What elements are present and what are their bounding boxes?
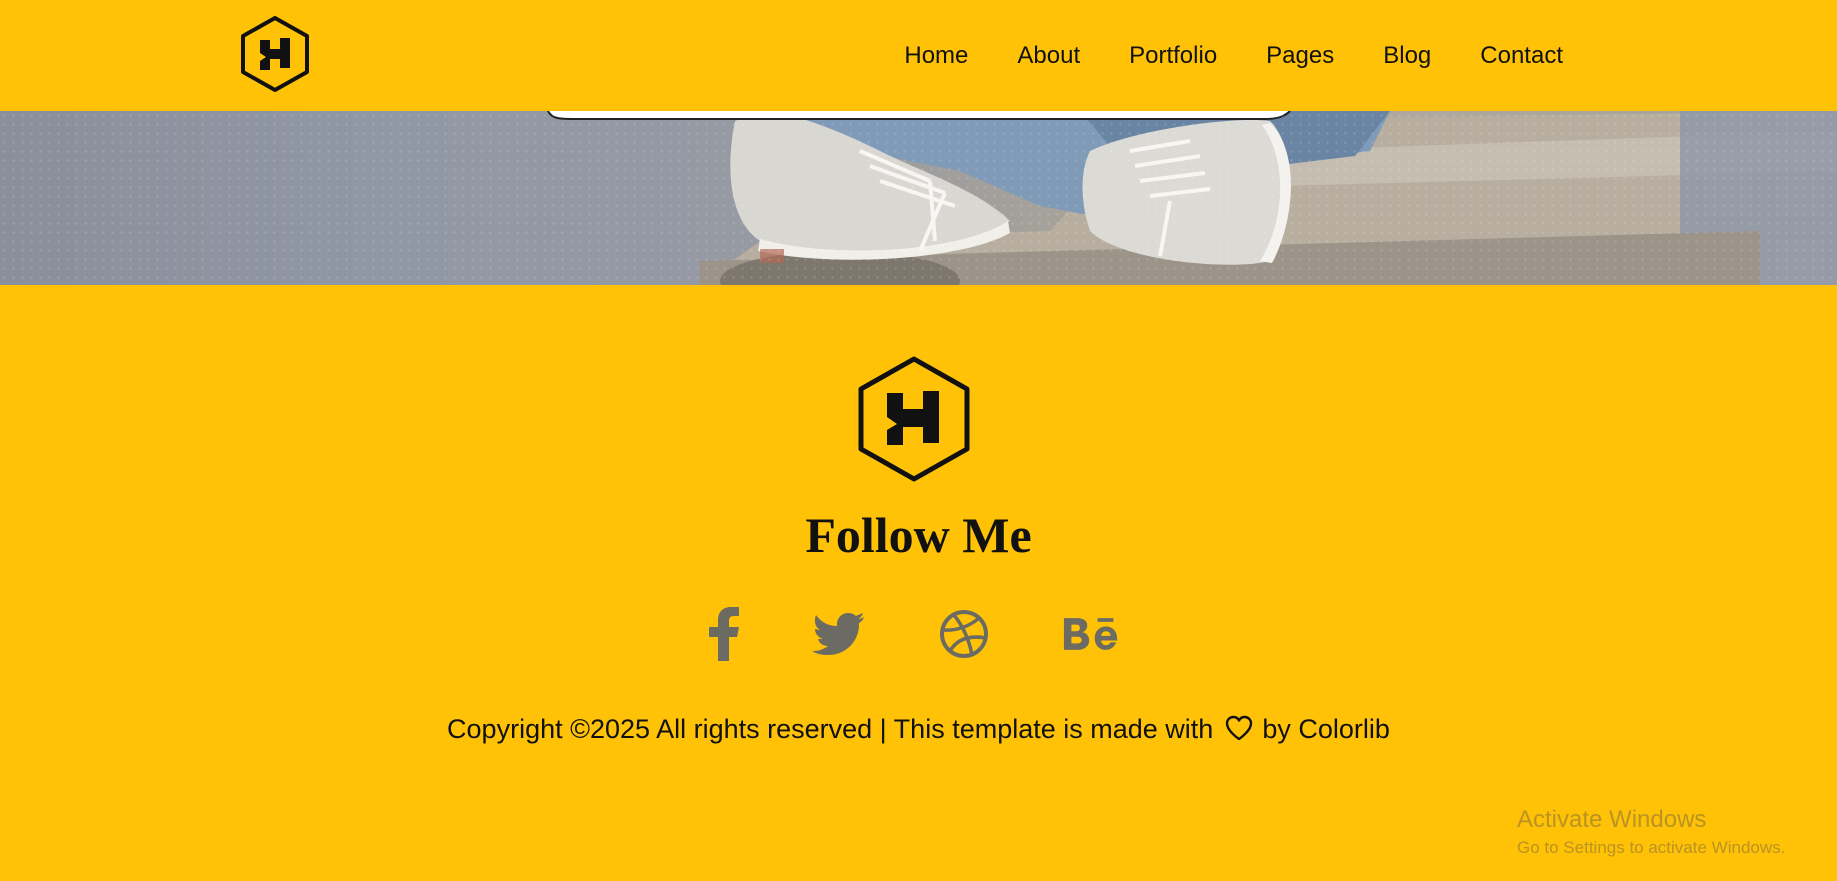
nav-home[interactable]: Home bbox=[904, 42, 968, 70]
heart-outline-icon bbox=[1225, 715, 1253, 741]
copyright-prefix: Copyright ©2025 All rights reserved | Th… bbox=[447, 714, 1214, 744]
activate-windows-title: Activate Windows bbox=[1517, 806, 1707, 833]
dribbble-icon[interactable] bbox=[936, 606, 992, 662]
facebook-icon[interactable] bbox=[696, 606, 752, 662]
nav-portfolio[interactable]: Portfolio bbox=[1129, 42, 1217, 70]
main-nav: Home About Portfolio Pages Blog Contact bbox=[904, 0, 1563, 111]
twitter-icon[interactable] bbox=[811, 606, 867, 662]
activate-windows-subtitle: Go to Settings to activate Windows. bbox=[1517, 838, 1786, 857]
nav-contact[interactable]: Contact bbox=[1480, 42, 1563, 70]
nav-about[interactable]: About bbox=[1017, 42, 1080, 70]
hero-image bbox=[0, 111, 1837, 285]
colorlib-link[interactable]: Colorlib bbox=[1298, 714, 1390, 744]
copyright-text: Copyright ©2025 All rights reserved | Th… bbox=[0, 711, 1837, 747]
dot-overlay bbox=[0, 111, 1837, 285]
hexagon-h-logo-icon[interactable] bbox=[240, 16, 310, 92]
copyright-by: by bbox=[1262, 714, 1291, 744]
site-header: Home About Portfolio Pages Blog Contact bbox=[0, 0, 1837, 111]
activate-windows-watermark: Activate Windows Go to Settings to activ… bbox=[1517, 805, 1785, 859]
nav-blog[interactable]: Blog bbox=[1383, 42, 1431, 70]
nav-pages[interactable]: Pages bbox=[1266, 42, 1334, 70]
follow-me-title: Follow Me bbox=[805, 507, 1032, 563]
behance-icon[interactable] bbox=[1063, 606, 1119, 662]
hexagon-h-logo-icon[interactable] bbox=[857, 355, 971, 482]
